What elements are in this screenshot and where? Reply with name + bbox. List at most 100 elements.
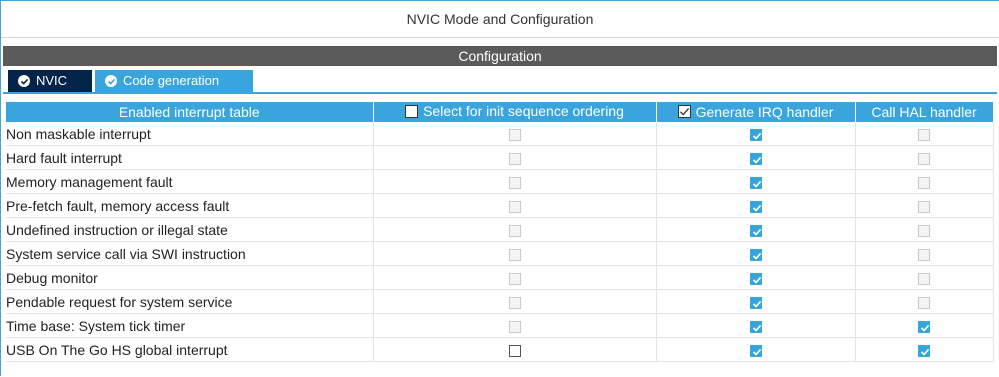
irq-handler-checkbox[interactable] xyxy=(749,128,762,141)
hal-handler-cell xyxy=(855,241,994,266)
init-order-cell xyxy=(373,265,657,290)
interrupt-name: Hard fault interrupt xyxy=(6,145,374,170)
interrupt-name: Pendable request for system service xyxy=(6,289,374,314)
init-order-cell xyxy=(373,337,657,362)
table-row: Undefined instruction or illegal state xyxy=(6,217,994,242)
table-row: USB On The Go HS global interrupt xyxy=(6,337,994,362)
hal-handler-cell xyxy=(855,265,994,290)
hal-handler-cell xyxy=(855,122,994,146)
interrupt-table: Enabled interrupt table Select for init … xyxy=(6,102,994,362)
irq-handler-checkbox[interactable] xyxy=(749,176,762,189)
irq-handler-cell xyxy=(656,217,856,242)
column-header-enabled-interrupt[interactable]: Enabled interrupt table xyxy=(6,102,374,122)
init-order-checkbox xyxy=(508,152,521,165)
nvic-config-window: NVIC Mode and Configuration Configuratio… xyxy=(0,0,999,377)
interrupt-name: Undefined instruction or illegal state xyxy=(6,217,374,242)
hal-handler-checkbox xyxy=(918,176,930,189)
init-order-checkbox[interactable] xyxy=(508,344,521,357)
tab-nvic-label: NVIC xyxy=(36,73,68,88)
hal-handler-checkbox xyxy=(918,248,930,261)
irq-handler-checkbox[interactable] xyxy=(749,272,762,285)
init-order-checkbox xyxy=(508,176,521,189)
hal-handler-cell xyxy=(855,289,994,314)
interrupt-name: Non maskable interrupt xyxy=(6,122,374,146)
irq-handler-checkbox[interactable] xyxy=(749,152,762,165)
irq-handler-checkbox[interactable] xyxy=(749,224,762,237)
init-order-cell xyxy=(373,145,657,170)
irq-handler-cell xyxy=(656,313,856,338)
irq-handler-cell xyxy=(656,289,856,314)
irq-handler-checkbox[interactable] xyxy=(749,344,762,357)
init-order-checkbox xyxy=(508,320,521,333)
table-row: Debug monitor xyxy=(6,265,994,290)
hal-handler-cell xyxy=(855,193,994,218)
irq-handler-cell xyxy=(656,193,856,218)
configuration-header: Configuration xyxy=(3,46,997,66)
hal-handler-cell xyxy=(855,145,994,170)
column-header-generate-irq[interactable]: Generate IRQ handler xyxy=(656,102,856,122)
irq-handler-cell xyxy=(656,241,856,266)
init-order-checkbox xyxy=(508,248,521,261)
window-title: NVIC Mode and Configuration xyxy=(1,1,999,38)
init-order-checkbox xyxy=(508,272,521,285)
init-order-cell xyxy=(373,217,657,242)
table-row: Hard fault interrupt xyxy=(6,145,994,170)
init-order-cell xyxy=(373,241,657,266)
init-order-cell xyxy=(373,313,657,338)
select-all-init-order-checkbox[interactable] xyxy=(405,104,419,118)
init-order-cell xyxy=(373,122,657,146)
table-row: System service call via SWI instruction xyxy=(6,241,994,266)
table-header-row: Enabled interrupt table Select for init … xyxy=(6,102,994,122)
irq-handler-cell xyxy=(656,169,856,194)
init-order-checkbox xyxy=(508,296,521,309)
init-order-checkbox xyxy=(508,200,521,213)
hal-handler-checkbox xyxy=(918,200,930,213)
column-header-init-sequence[interactable]: Select for init sequence ordering xyxy=(373,102,657,122)
interrupt-name: USB On The Go HS global interrupt xyxy=(6,337,374,362)
irq-handler-checkbox[interactable] xyxy=(749,320,762,333)
hal-handler-checkbox[interactable] xyxy=(918,320,930,333)
irq-handler-cell xyxy=(656,145,856,170)
hal-handler-checkbox xyxy=(918,224,930,237)
irq-handler-cell xyxy=(656,122,856,146)
hal-handler-checkbox xyxy=(918,128,930,141)
irq-handler-checkbox[interactable] xyxy=(749,248,762,261)
hal-handler-cell xyxy=(855,169,994,194)
spacer xyxy=(1,38,999,46)
interrupt-name: Pre-fetch fault, memory access fault xyxy=(6,193,374,218)
init-order-cell xyxy=(373,193,657,218)
irq-handler-checkbox[interactable] xyxy=(749,296,762,309)
table-row: Pendable request for system service xyxy=(6,289,994,314)
tab-code-generation-label: Code generation xyxy=(123,73,220,88)
interrupt-name: System service call via SWI instruction xyxy=(6,241,374,266)
table-row: Non maskable interrupt xyxy=(6,122,994,146)
hal-handler-cell xyxy=(855,217,994,242)
hal-handler-checkbox xyxy=(918,272,930,285)
select-all-irq-handler-checkbox[interactable] xyxy=(677,105,691,119)
check-circle-icon xyxy=(105,75,117,87)
hal-handler-checkbox xyxy=(918,296,930,309)
init-order-cell xyxy=(373,169,657,194)
init-order-checkbox xyxy=(508,224,521,237)
hal-handler-checkbox xyxy=(918,152,930,165)
tab-nvic[interactable]: NVIC xyxy=(8,70,92,92)
hal-handler-checkbox[interactable] xyxy=(918,344,930,357)
tab-bar: NVIC Code generation xyxy=(3,66,997,94)
irq-handler-checkbox[interactable] xyxy=(749,200,762,213)
hal-handler-cell xyxy=(855,313,994,338)
table-row: Memory management fault xyxy=(6,169,994,194)
check-circle-icon xyxy=(18,75,30,87)
init-order-cell xyxy=(373,289,657,314)
interrupt-name: Debug monitor xyxy=(6,265,374,290)
init-order-checkbox xyxy=(508,128,521,141)
irq-handler-cell xyxy=(656,265,856,290)
hal-handler-cell xyxy=(855,337,994,362)
interrupt-name: Memory management fault xyxy=(6,169,374,194)
table-row: Time base: System tick timer xyxy=(6,313,994,338)
table-row: Pre-fetch fault, memory access fault xyxy=(6,193,994,218)
irq-handler-cell xyxy=(656,337,856,362)
tab-code-generation[interactable]: Code generation xyxy=(95,70,253,92)
spacer xyxy=(1,363,999,377)
column-header-call-hal[interactable]: Call HAL handler xyxy=(855,102,994,122)
interrupt-name: Time base: System tick timer xyxy=(6,313,374,338)
